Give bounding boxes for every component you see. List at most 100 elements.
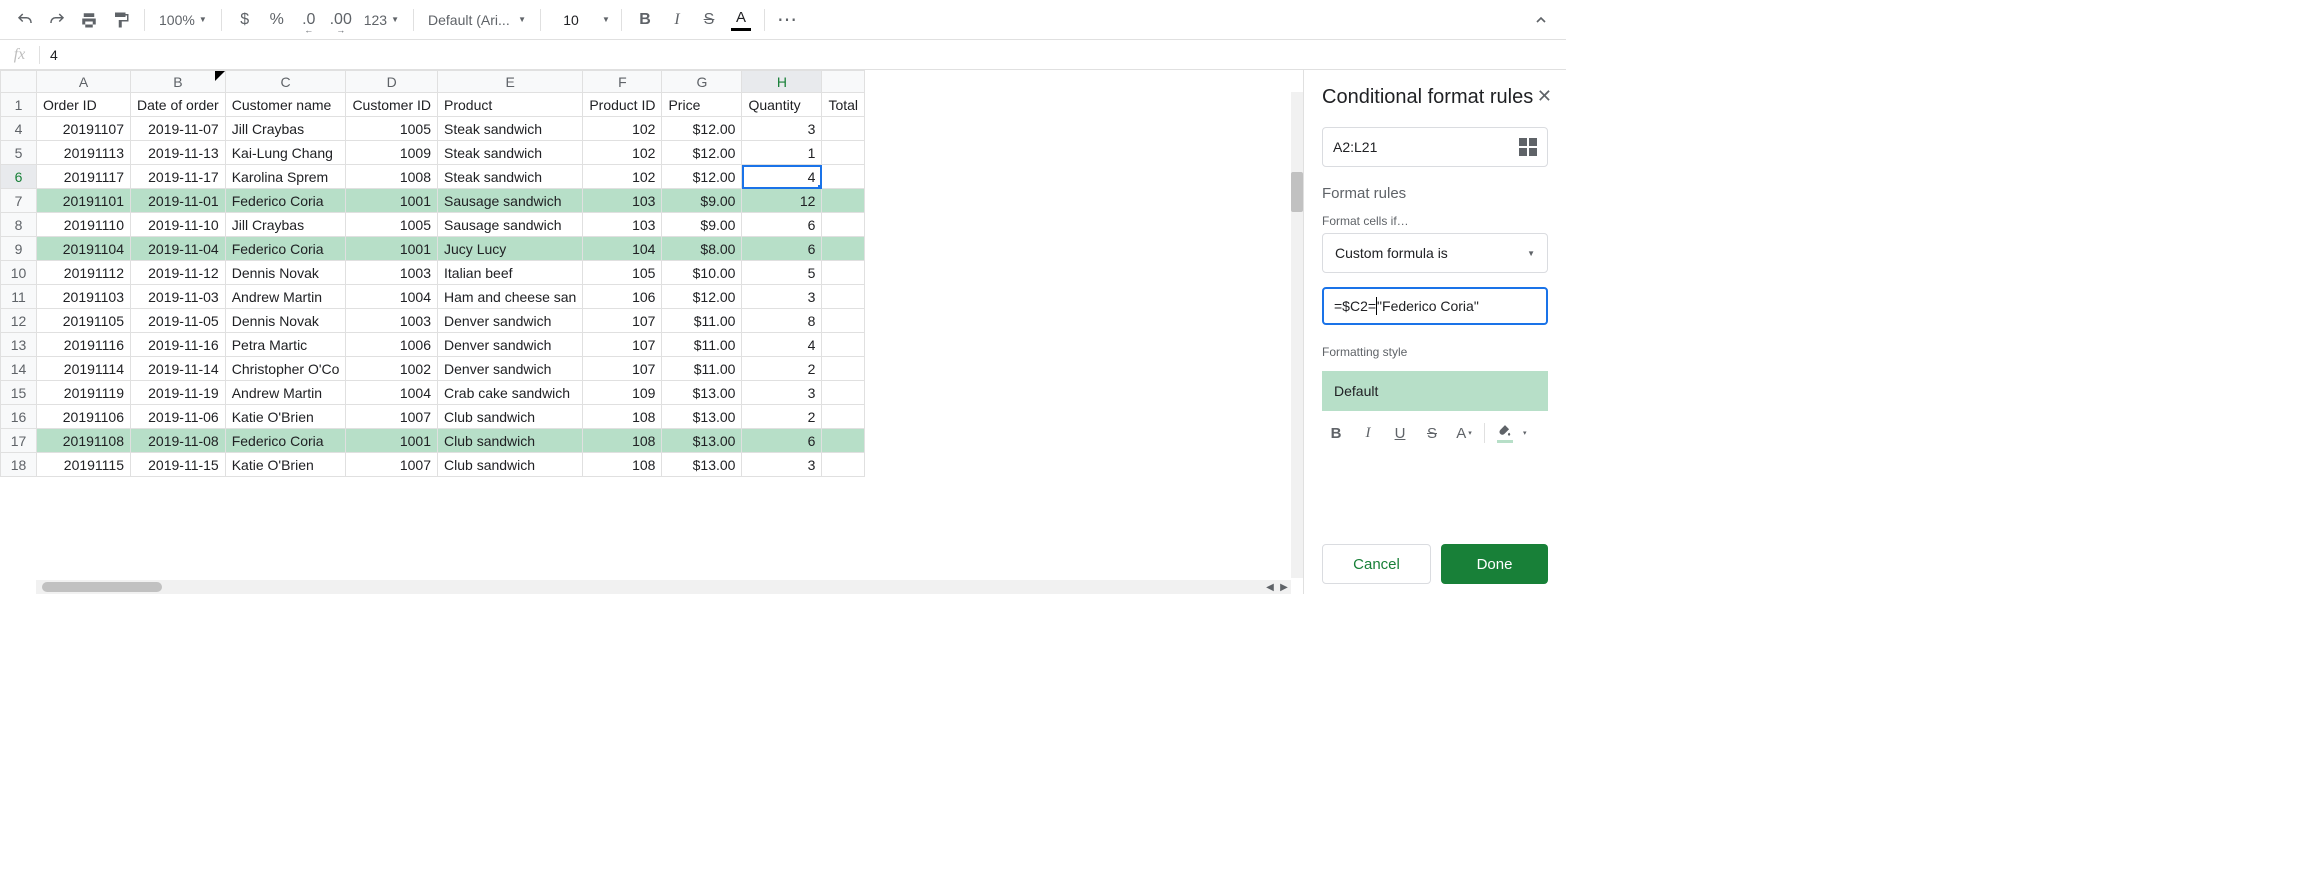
- condition-select[interactable]: Custom formula is ▼: [1322, 233, 1548, 273]
- cell[interactable]: Karolina Sprem: [225, 165, 346, 189]
- style-text-color-button[interactable]: A▾: [1450, 419, 1478, 447]
- cell[interactable]: Andrew Martin: [225, 285, 346, 309]
- cell[interactable]: 2019-11-06: [131, 405, 226, 429]
- cell[interactable]: 20191112: [37, 261, 131, 285]
- cell[interactable]: Product ID: [583, 93, 662, 117]
- row-head[interactable]: 6: [1, 165, 37, 189]
- cell[interactable]: 6: [742, 237, 822, 261]
- cell[interactable]: Jill Craybas: [225, 117, 346, 141]
- cell[interactable]: 20191108: [37, 429, 131, 453]
- cell[interactable]: 20191103: [37, 285, 131, 309]
- cell[interactable]: $13.00: [662, 453, 742, 477]
- row-head[interactable]: 16: [1, 405, 37, 429]
- cell[interactable]: Andrew Martin: [225, 381, 346, 405]
- redo-button[interactable]: [42, 5, 72, 35]
- cell[interactable]: Club sandwich: [438, 405, 583, 429]
- row-head[interactable]: 5: [1, 141, 37, 165]
- col-head-D[interactable]: D: [346, 71, 438, 93]
- cell[interactable]: 20191115: [37, 453, 131, 477]
- cell[interactable]: Denver sandwich: [438, 333, 583, 357]
- cell[interactable]: 4: [742, 165, 822, 189]
- cell[interactable]: 2019-11-16: [131, 333, 226, 357]
- cell[interactable]: [822, 213, 865, 237]
- scroll-left-icon[interactable]: ◀: [1263, 580, 1277, 594]
- cell[interactable]: Customer name: [225, 93, 346, 117]
- bold-button[interactable]: B: [630, 5, 660, 35]
- row-head[interactable]: 17: [1, 429, 37, 453]
- cell[interactable]: 2019-11-15: [131, 453, 226, 477]
- cell[interactable]: 2019-11-08: [131, 429, 226, 453]
- cell[interactable]: Club sandwich: [438, 453, 583, 477]
- formula-input[interactable]: 4: [40, 47, 68, 63]
- cell[interactable]: 20191101: [37, 189, 131, 213]
- paint-format-button[interactable]: [106, 5, 136, 35]
- collapse-toolbar-button[interactable]: [1526, 5, 1556, 35]
- increase-decimal-button[interactable]: .00→: [326, 5, 356, 35]
- cell[interactable]: 20191117: [37, 165, 131, 189]
- cell[interactable]: Sausage sandwich: [438, 213, 583, 237]
- cell[interactable]: [822, 453, 865, 477]
- vertical-scrollbar[interactable]: [1291, 92, 1303, 578]
- cell[interactable]: [822, 117, 865, 141]
- cell[interactable]: 1003: [346, 309, 438, 333]
- cell[interactable]: 102: [583, 117, 662, 141]
- cell[interactable]: [822, 261, 865, 285]
- style-fill-color-button[interactable]: [1491, 419, 1519, 447]
- cell[interactable]: [822, 357, 865, 381]
- cell[interactable]: $11.00: [662, 309, 742, 333]
- cell[interactable]: [822, 405, 865, 429]
- cell[interactable]: 2: [742, 357, 822, 381]
- percent-format-button[interactable]: %: [262, 5, 292, 35]
- col-head-G[interactable]: G: [662, 71, 742, 93]
- cell[interactable]: 12: [742, 189, 822, 213]
- cell[interactable]: Crab cake sandwich: [438, 381, 583, 405]
- row-head[interactable]: 15: [1, 381, 37, 405]
- cell[interactable]: 20191104: [37, 237, 131, 261]
- cell[interactable]: 5: [742, 261, 822, 285]
- cell[interactable]: $12.00: [662, 285, 742, 309]
- cell[interactable]: $13.00: [662, 405, 742, 429]
- row-head[interactable]: 8: [1, 213, 37, 237]
- cell[interactable]: Ham and cheese san: [438, 285, 583, 309]
- cell[interactable]: Steak sandwich: [438, 165, 583, 189]
- cell[interactable]: [822, 429, 865, 453]
- done-button[interactable]: Done: [1441, 544, 1548, 584]
- cell[interactable]: 2: [742, 405, 822, 429]
- row-head[interactable]: 9: [1, 237, 37, 261]
- cell[interactable]: 105: [583, 261, 662, 285]
- cell[interactable]: 6: [742, 429, 822, 453]
- cell[interactable]: [822, 333, 865, 357]
- cell[interactable]: 2019-11-10: [131, 213, 226, 237]
- cell[interactable]: $11.00: [662, 357, 742, 381]
- cell[interactable]: 1003: [346, 261, 438, 285]
- cell[interactable]: 20191114: [37, 357, 131, 381]
- cell[interactable]: 1005: [346, 117, 438, 141]
- cell[interactable]: 108: [583, 453, 662, 477]
- cell[interactable]: 1007: [346, 405, 438, 429]
- row-head[interactable]: 14: [1, 357, 37, 381]
- cell[interactable]: 1001: [346, 189, 438, 213]
- cell[interactable]: Katie O'Brien: [225, 453, 346, 477]
- row-head[interactable]: 11: [1, 285, 37, 309]
- cell[interactable]: Denver sandwich: [438, 309, 583, 333]
- cell[interactable]: Petra Martic: [225, 333, 346, 357]
- style-strike-button[interactable]: S: [1418, 419, 1446, 447]
- cell[interactable]: 1004: [346, 381, 438, 405]
- cell[interactable]: 2019-11-07: [131, 117, 226, 141]
- cell[interactable]: 1008: [346, 165, 438, 189]
- cell[interactable]: 3: [742, 285, 822, 309]
- cell[interactable]: $10.00: [662, 261, 742, 285]
- cell[interactable]: 1002: [346, 357, 438, 381]
- cell[interactable]: 3: [742, 381, 822, 405]
- cell[interactable]: 103: [583, 189, 662, 213]
- cell[interactable]: Federico Coria: [225, 237, 346, 261]
- cell[interactable]: Italian beef: [438, 261, 583, 285]
- col-head-B[interactable]: B: [131, 71, 226, 93]
- cell[interactable]: 107: [583, 333, 662, 357]
- col-head-E[interactable]: E: [438, 71, 583, 93]
- cell[interactable]: 2019-11-05: [131, 309, 226, 333]
- cell[interactable]: $13.00: [662, 381, 742, 405]
- cell[interactable]: Jucy Lucy: [438, 237, 583, 261]
- cell[interactable]: 2019-11-14: [131, 357, 226, 381]
- style-underline-button[interactable]: U: [1386, 419, 1414, 447]
